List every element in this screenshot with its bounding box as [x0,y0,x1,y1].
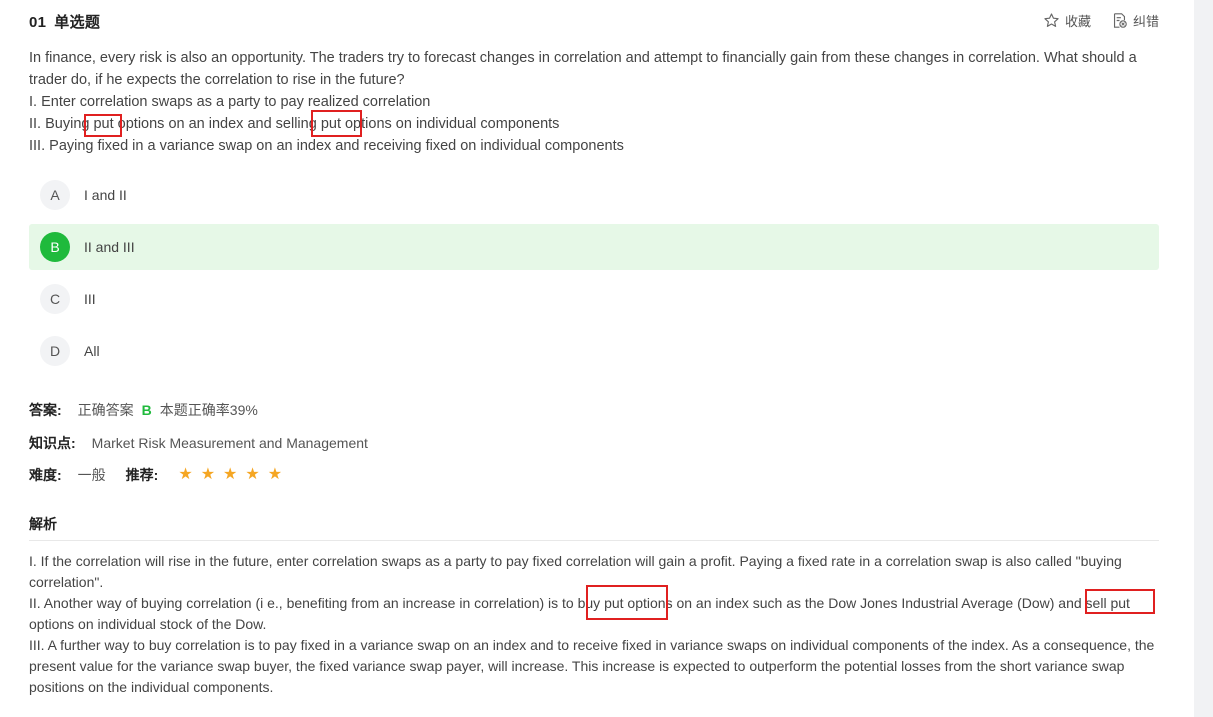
option-d[interactable]: D All [29,328,1159,374]
answer-row: 答案: 正确答案 B 本题正确率39% [29,400,258,420]
difficulty-value: 一般 [77,467,106,483]
scrollbar-track[interactable] [1194,0,1213,717]
option-text: I and II [84,187,127,203]
correct-answer-letter: B [141,402,152,418]
difficulty-label: 难度: [29,467,62,483]
accuracy-text: 本题正确率39% [159,402,258,418]
analysis-body: I. If the correlation will rise in the f… [29,551,1159,698]
report-label: 纠错 [1132,14,1159,29]
star-icon: ★ [178,466,193,483]
question-number: 01 [29,14,47,31]
stem-statement-2: II. Buying put options on an index and s… [29,116,560,132]
stem-statement-1: I. Enter correlation swaps as a party to… [29,94,431,110]
star-icon: ★ [223,466,238,483]
option-text: All [84,343,100,359]
favorite-label: 收藏 [1064,14,1091,29]
question-actions: 收藏 纠错 [1043,11,1159,30]
star-outline-icon [1043,12,1060,29]
difficulty-row: 难度: 一般 推荐: ★ ★ ★ ★ ★ [29,465,282,485]
knowledge-label: 知识点: [29,435,76,451]
star-icon: ★ [245,466,260,483]
stem-text: In finance, every risk is also an opport… [29,50,1137,88]
option-text: III [84,291,96,307]
analysis-paragraph-3: III. A further way to buy correlation is… [29,637,1155,695]
recommend-label: 推荐: [125,467,159,483]
recommend-stars: ★ ★ ★ ★ ★ [178,467,282,483]
knowledge-row: 知识点: Market Risk Measurement and Managem… [29,433,368,453]
option-a[interactable]: A I and II [29,172,1159,218]
option-text: II and III [84,239,135,255]
report-document-icon [1111,12,1128,29]
option-letter: C [40,284,70,314]
star-icon: ★ [200,466,216,483]
analysis-paragraph-1: I. If the correlation will rise in the f… [29,553,1122,590]
option-c[interactable]: C III [29,276,1159,322]
question-stem: In finance, every risk is also an opport… [29,47,1149,157]
analysis-title: 解析 [29,516,57,532]
question-header: 01 单选题 收藏 纠错 [29,11,1159,35]
favorite-button[interactable]: 收藏 [1043,11,1091,30]
option-b[interactable]: B II and III [29,224,1159,270]
divider [29,540,1159,541]
correct-answer-prefix: 正确答案 [77,402,134,418]
knowledge-value: Market Risk Measurement and Management [91,435,368,451]
star-icon: ★ [267,466,283,483]
question-title: 01 单选题 [29,11,100,32]
option-letter: A [40,180,70,210]
option-letter: D [40,336,70,366]
analysis-paragraph-2: II. Another way of buying correlation (i… [29,595,1130,632]
option-list: A I and II B II and III C III D All [29,172,1159,380]
report-error-button[interactable]: 纠错 [1111,11,1159,30]
option-letter: B [40,232,70,262]
question-type: 单选题 [54,14,101,31]
answer-label: 答案: [29,402,62,418]
stem-statement-3: III. Paying fixed in a variance swap on … [29,138,624,154]
